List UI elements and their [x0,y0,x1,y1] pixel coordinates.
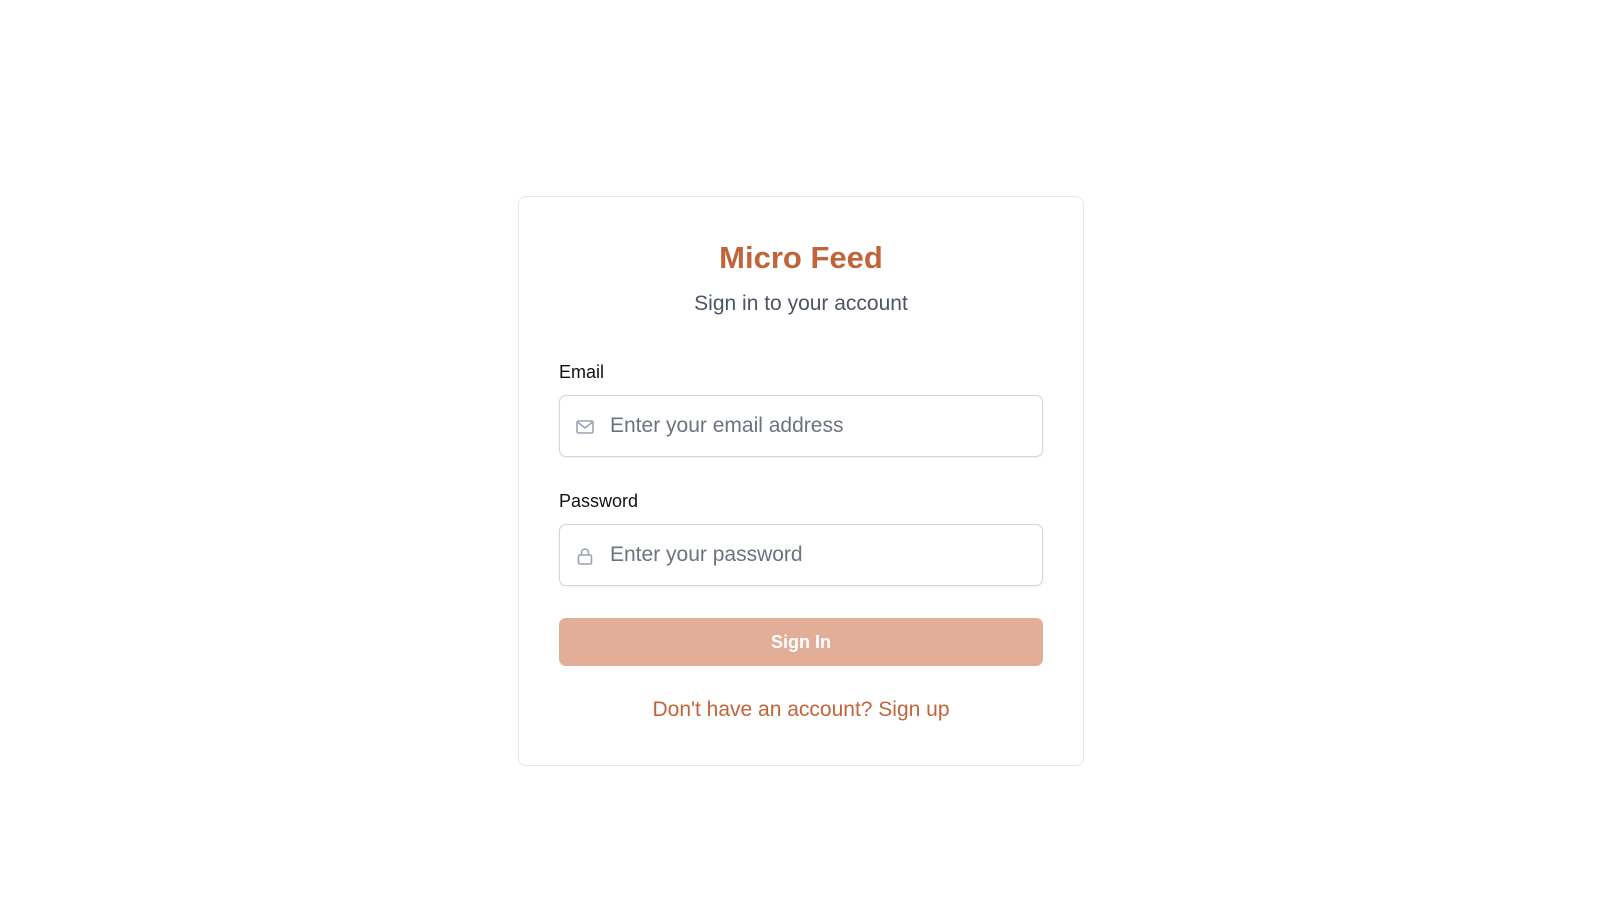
email-label: Email [559,362,605,382]
page-subtitle: Sign in to your account [694,292,908,315]
lock-icon [575,546,595,566]
sign-in-button[interactable]: Sign In [559,618,1043,666]
mail-icon [575,417,595,437]
app-title: Micro Feed [719,240,883,275]
email-field-wrapper[interactable] [559,395,1043,457]
login-card: Micro Feed Sign in to your account Email… [518,196,1084,766]
sign-up-link[interactable]: Don't have an account? Sign up [652,698,949,721]
email-field[interactable] [610,396,1030,456]
password-field[interactable] [610,525,1030,585]
signup-row: Don't have an account? Sign up [519,697,1083,723]
password-field-wrapper[interactable] [559,524,1043,586]
password-label: Password [559,491,639,511]
